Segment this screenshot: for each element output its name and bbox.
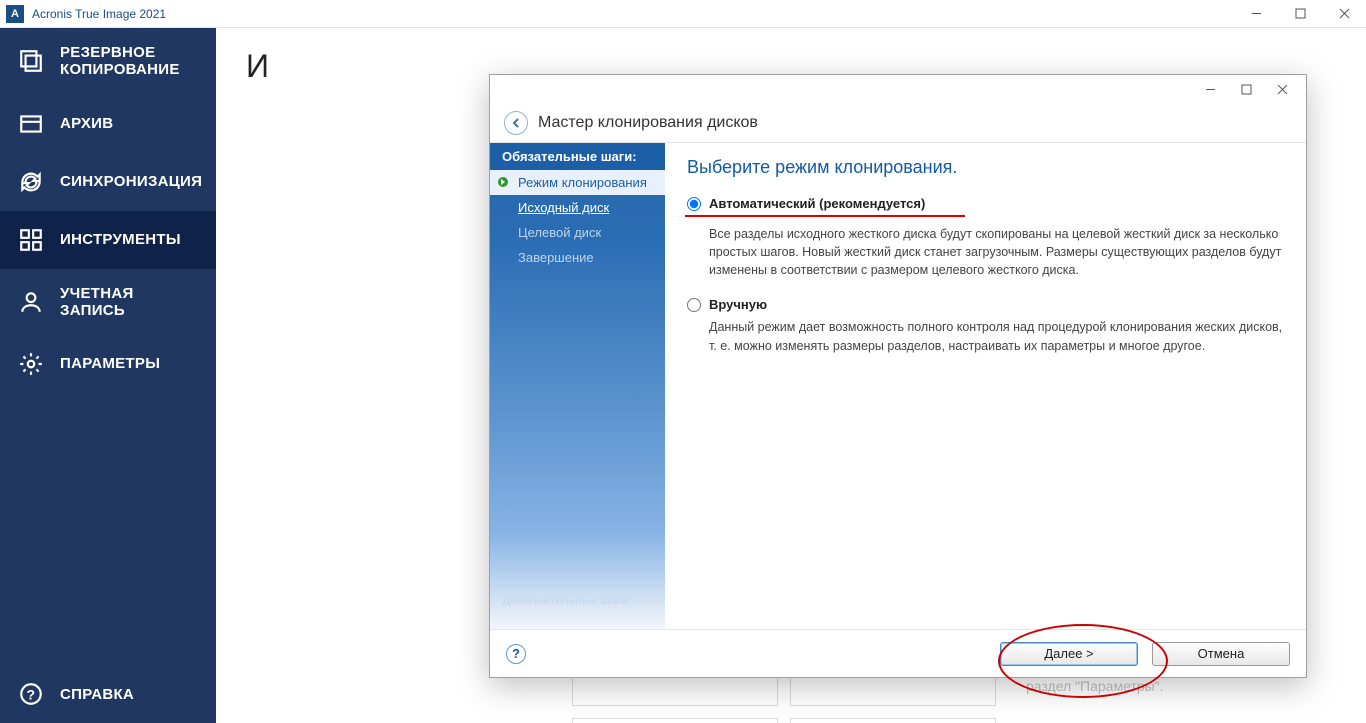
radio-manual-label: Вручную <box>709 297 767 312</box>
next-button[interactable]: Далее > <box>1000 642 1138 666</box>
sidebar-item-label: УЧЕТНАЯ ЗАПИСЬ <box>60 285 198 319</box>
wizard-step-target: Целевой диск <box>490 220 665 245</box>
svg-text:?: ? <box>27 686 36 702</box>
sidebar-item-archive[interactable]: АРХИВ <box>0 95 216 153</box>
wizard-title: Мастер клонирования дисков <box>538 114 758 132</box>
back-icon[interactable] <box>504 111 528 135</box>
app-icon: A <box>6 5 24 23</box>
settings-icon <box>18 351 44 377</box>
close-button[interactable] <box>1322 0 1366 28</box>
sidebar-item-label: ПАРАМЕТРЫ <box>60 355 160 372</box>
wizard-header: Мастер клонирования дисков <box>490 103 1306 143</box>
radio-auto-input[interactable] <box>687 197 701 211</box>
wizard-step-finish: Завершение <box>490 245 665 270</box>
radio-auto-desc: Все разделы исходного жесткого диска буд… <box>709 225 1284 279</box>
sidebar-item-label: СПРАВКА <box>60 686 134 703</box>
wizard-step-mode[interactable]: Режим клонирования <box>490 170 665 195</box>
wizard-steps-sidebar: Обязательные шаги: Режим клонирования Ис… <box>490 143 665 629</box>
wizard-maximize-button[interactable] <box>1228 77 1264 101</box>
sidebar: РЕЗЕРВНОЕ КОПИРОВАНИЕ АРХИВ СИНХРОНИЗАЦИ… <box>0 28 216 723</box>
sidebar-item-label: АРХИВ <box>60 115 113 132</box>
sidebar-item-help[interactable]: ? СПРАВКА <box>0 665 216 723</box>
wizard-footer: ? Далее > Отмена <box>490 629 1306 677</box>
maximize-button[interactable] <box>1278 0 1322 28</box>
app-title: Acronis True Image 2021 <box>32 7 166 21</box>
sidebar-item-sync[interactable]: СИНХРОНИЗАЦИЯ <box>0 153 216 211</box>
faint-box <box>572 718 778 723</box>
wizard-titlebar <box>490 75 1306 103</box>
sync-icon <box>18 169 44 195</box>
red-underline <box>685 215 965 217</box>
wizard-page-title: Выберите режим клонирования. <box>687 157 1284 178</box>
wizard-help-icon[interactable]: ? <box>506 644 526 664</box>
minimize-button[interactable] <box>1234 0 1278 28</box>
cancel-button[interactable]: Отмена <box>1152 642 1290 666</box>
backup-icon <box>18 48 44 74</box>
radio-manual[interactable]: Вручную <box>687 297 1284 312</box>
sidebar-item-label: СИНХРОНИЗАЦИЯ <box>60 173 202 190</box>
content-area: И || Parallels ls Access s DriveCleanser… <box>216 28 1366 723</box>
wizard-step-source[interactable]: Исходный диск <box>490 195 665 220</box>
radio-auto[interactable]: Автоматический (рекомендуется) <box>687 196 1284 211</box>
sidebar-item-settings[interactable]: ПАРАМЕТРЫ <box>0 335 216 393</box>
window-titlebar: A Acronis True Image 2021 <box>0 0 1366 28</box>
sidebar-item-label: РЕЗЕРВНОЕ КОПИРОВАНИЕ <box>60 44 198 79</box>
radio-manual-input[interactable] <box>687 298 701 312</box>
wizard-close-button[interactable] <box>1264 77 1300 101</box>
help-icon: ? <box>18 681 44 707</box>
faint-box <box>790 718 996 723</box>
account-icon <box>18 289 44 315</box>
wizard-extra-steps-label: Дополнительные шаги: <box>490 583 665 629</box>
wizard-steps-heading: Обязательные шаги: <box>490 143 665 170</box>
sidebar-item-account[interactable]: УЧЕТНАЯ ЗАПИСЬ <box>0 269 216 335</box>
clone-wizard-dialog: Мастер клонирования дисков Обязательные … <box>489 74 1307 678</box>
sidebar-item-backup[interactable]: РЕЗЕРВНОЕ КОПИРОВАНИЕ <box>0 28 216 95</box>
wizard-minimize-button[interactable] <box>1192 77 1228 101</box>
radio-auto-label: Автоматический (рекомендуется) <box>709 196 925 211</box>
tools-icon <box>18 227 44 253</box>
archive-icon <box>18 111 44 137</box>
sidebar-item-label: ИНСТРУМЕНТЫ <box>60 231 181 248</box>
sidebar-item-tools[interactable]: ИНСТРУМЕНТЫ <box>0 211 216 269</box>
wizard-main-panel: Выберите режим клонирования. Автоматичес… <box>665 143 1306 629</box>
radio-manual-desc: Данный режим дает возможность полного ко… <box>709 318 1284 354</box>
